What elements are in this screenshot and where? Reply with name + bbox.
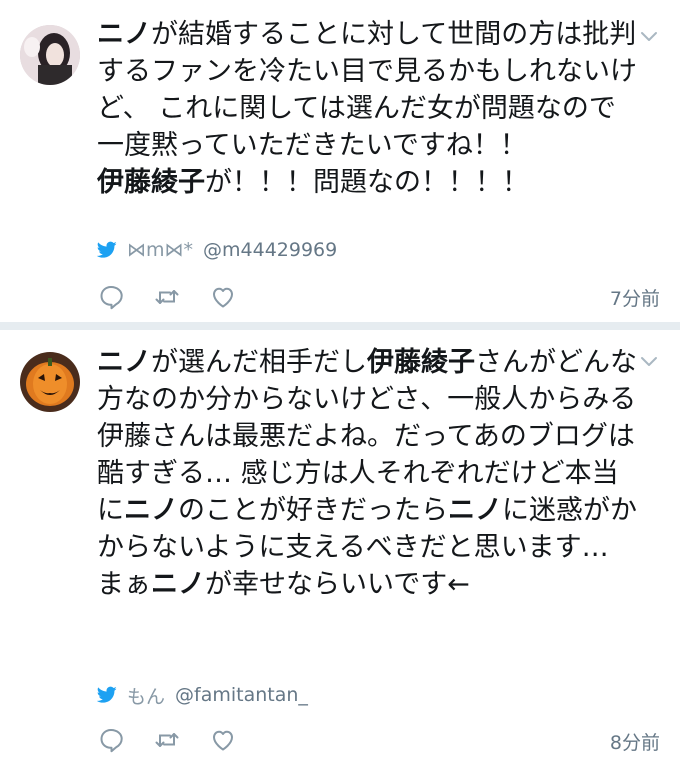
user-handle[interactable]: @famitantan_	[175, 684, 308, 706]
retweet-icon[interactable]	[153, 726, 181, 754]
reply-icon[interactable]	[97, 283, 125, 311]
highlighted-keyword: ニノ	[448, 495, 502, 526]
twitter-bird-icon	[97, 241, 117, 258]
avatar-pumpkin-photo-icon	[20, 352, 80, 412]
tweet-timestamp[interactable]: 7分前	[610, 284, 660, 311]
tweet-author[interactable]: ⋈m⋈* @m44429969	[97, 236, 337, 264]
tweet-text-segment: が幸せならいいです←	[205, 569, 470, 600]
highlighted-keyword: ニノ	[151, 569, 205, 600]
retweet-icon[interactable]	[153, 283, 181, 311]
highlighted-keyword: 伊藤綾子	[367, 347, 475, 378]
tweet-actions	[97, 282, 265, 312]
tweet-author[interactable]: もん @famitantan_	[97, 681, 308, 709]
tweet-text: ニノが結婚することに対して世間の方は批判するファンを冷たい目で見るかもしれないけ…	[97, 16, 642, 201]
reply-icon[interactable]	[97, 726, 125, 754]
tweet-text-segment: が選んだ相手だし	[151, 347, 367, 378]
highlighted-keyword: 伊藤綾子	[97, 167, 205, 198]
tweet-text-segment: のことが好きだったら	[178, 495, 448, 526]
tweet-actions	[97, 725, 265, 755]
avatar-girl-photo-icon	[20, 25, 80, 85]
highlighted-keyword: ニノ	[97, 19, 151, 50]
highlighted-keyword: ニノ	[124, 495, 178, 526]
tweet[interactable]: ニノが結婚することに対して世間の方は批判するファンを冷たい目で見るかもしれないけ…	[0, 0, 680, 322]
highlighted-keyword: ニノ	[97, 347, 151, 378]
twitter-bird-icon	[97, 686, 117, 703]
avatar[interactable]	[20, 25, 80, 85]
display-name[interactable]: もん	[127, 682, 165, 709]
timeline-feed: ニノが結婚することに対して世間の方は批判するファンを冷たい目で見るかもしれないけ…	[0, 0, 680, 773]
tweet-timestamp[interactable]: 8分前	[610, 728, 660, 755]
tweet-text-segment: が！！！問題なの！！！！	[205, 167, 529, 198]
like-icon[interactable]	[209, 726, 237, 754]
like-icon[interactable]	[209, 283, 237, 311]
tweet[interactable]: ニノが選んだ相手だし伊藤綾子さんがどんな方なのか分からないけどさ、一般人からみる…	[0, 330, 680, 773]
tweet-divider	[0, 322, 680, 330]
tweet-text-segment: が結婚することに対して世間の方は批判するファンを冷たい目で見るかもしれないけど、…	[97, 19, 637, 161]
avatar[interactable]	[20, 352, 80, 412]
tweet-text: ニノが選んだ相手だし伊藤綾子さんがどんな方なのか分からないけどさ、一般人からみる…	[97, 344, 642, 603]
user-handle[interactable]: @m44429969	[203, 239, 337, 261]
display-name[interactable]: ⋈m⋈*	[127, 239, 193, 261]
